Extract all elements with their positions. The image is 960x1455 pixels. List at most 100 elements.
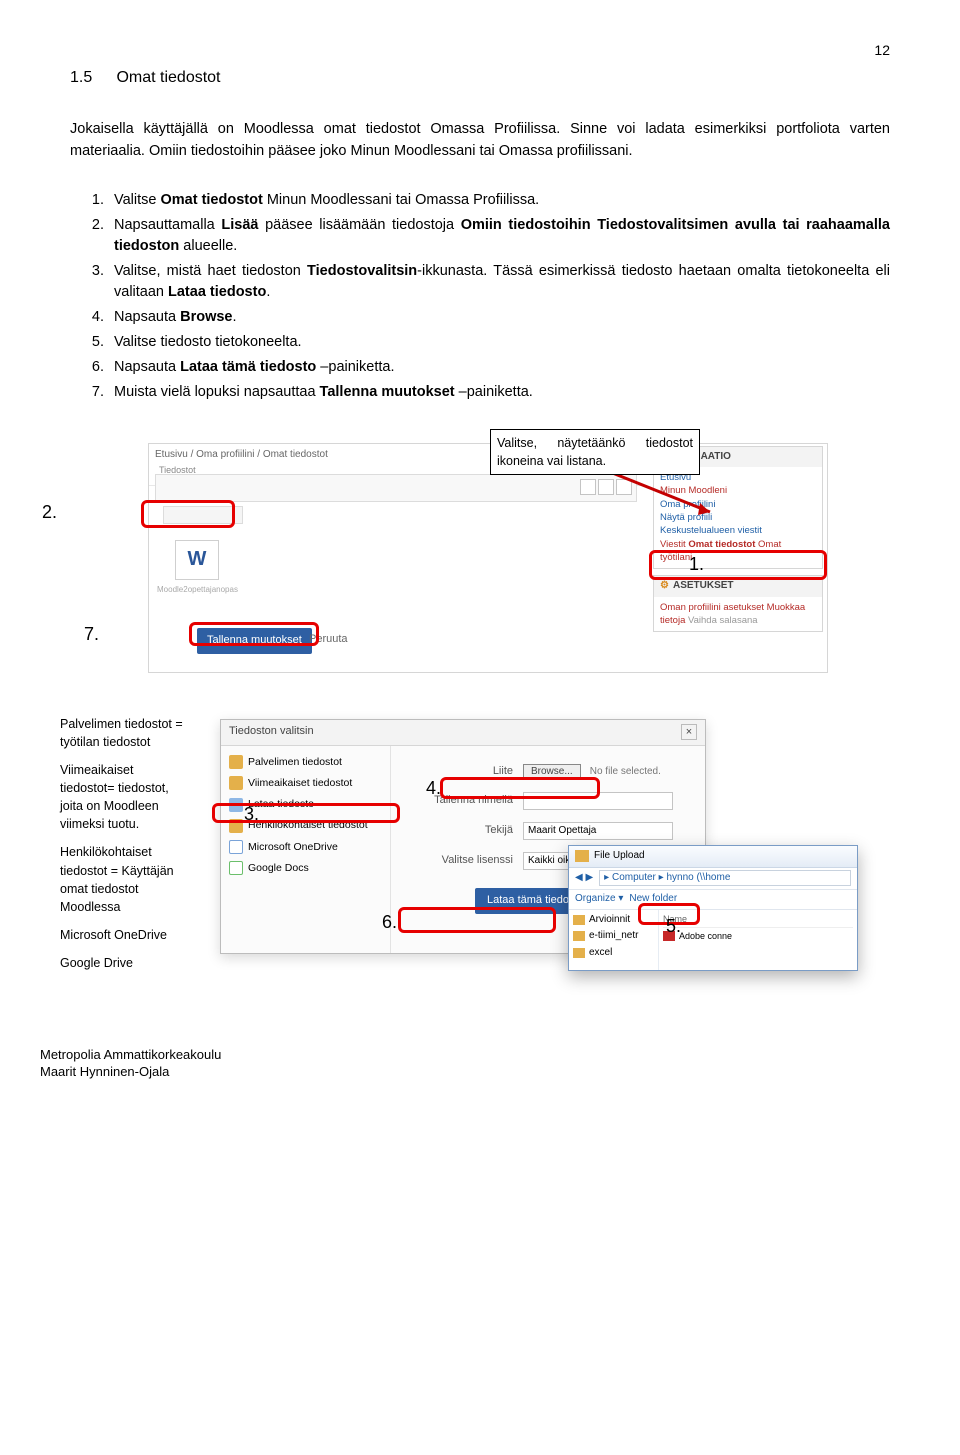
annotation-number-7: 7. [84, 621, 99, 647]
win-folder-excel[interactable]: excel [573, 946, 654, 961]
word-file-label: Moodle2opettajanopas [157, 584, 238, 596]
step1-txt-c: Minun Moodlessani tai Omassa Profiilissa… [263, 192, 539, 208]
repo-server-label: Palvelimen tiedostot [248, 755, 342, 770]
step-5: Valitse tiedosto tietokoneelta. [108, 332, 890, 353]
gear-icon: ⚙ [660, 579, 669, 594]
step1-txt-a: Valitse [114, 192, 160, 208]
step-6: Napsauta Lataa tämä tiedosto –painiketta… [108, 357, 890, 378]
win-toolbar: Organize ▾ New folder [569, 890, 857, 910]
footer-org: Metropolia Ammattikorkeakoulu [40, 1047, 221, 1064]
folder-icon [575, 850, 589, 862]
step-1: Valitse Omat tiedostot Minun Moodlessani… [108, 190, 890, 211]
author-input[interactable] [523, 822, 673, 840]
annotation-box-3 [212, 803, 400, 823]
repo-onedrive-label: Microsoft OneDrive [248, 840, 338, 855]
close-icon[interactable]: × [681, 724, 697, 740]
annotation-box-7 [189, 622, 319, 646]
repo-googledocs-label: Google Docs [248, 861, 309, 876]
legend-viimeaikaiset: Viimeaikaiset tiedostot= tiedostot, joit… [60, 761, 188, 834]
win-folder-b-label: e-tiimi_netr [589, 929, 638, 944]
step3-a: Valitse, mistä haet tiedoston [114, 263, 307, 279]
legend-onedrive: Microsoft OneDrive [60, 926, 188, 944]
settings-vaihda[interactable]: Vaihda salasana [688, 615, 758, 626]
step1-bold: Omat tiedostot [160, 192, 262, 208]
onedrive-icon [229, 840, 243, 854]
step2-a: Napsauttamalla [114, 217, 221, 233]
step7-a: Muista vielä lopuksi napsauttaa [114, 384, 320, 400]
win-folder-c-label: excel [589, 946, 612, 961]
page-number: 12 [70, 40, 890, 60]
annotation-number-3: 3. [244, 801, 259, 827]
annotation-number-5: 5. [666, 913, 681, 939]
annotation-number-2: 2. [42, 499, 57, 525]
picker-header: Tiedoston valitsin × [221, 720, 705, 746]
folder-icon [573, 948, 585, 958]
win-organize-button[interactable]: Organize ▾ [575, 892, 623, 907]
files-toolbar [155, 474, 637, 502]
legend-palvelimen: Palvelimen tiedostot = työtilan tiedosto… [60, 715, 188, 751]
annotation-box-2 [141, 500, 235, 528]
legend-henkilokohtaiset: Henkilökohtaiset tiedostot = Käyttäjän o… [60, 843, 188, 916]
label-tekija: Tekijä [403, 823, 513, 839]
step-4: Napsauta Browse. [108, 307, 890, 328]
settings-oman-profiilin[interactable]: Oman profiilini asetukset [660, 602, 764, 613]
folder-icon [573, 915, 585, 925]
annotation-box-6 [398, 907, 556, 933]
step6-b: Lataa tämä tiedosto [180, 359, 316, 375]
annotation-number-4: 4. [426, 775, 441, 801]
step4-a: Napsauta [114, 309, 180, 325]
win-file-adobe[interactable]: Adobe conne [663, 930, 853, 943]
step4-c: . [233, 309, 237, 325]
step3-d: Lataa tiedosto [168, 284, 266, 300]
breadcrumb[interactable]: Etusivu / Oma profiilini / Omat tiedosto… [155, 448, 328, 463]
step3-b: Tiedostovalitsin [307, 263, 417, 279]
step2-b: Lisää [221, 217, 258, 233]
step-7: Muista vielä lopuksi napsauttaa Tallenna… [108, 382, 890, 403]
steps-list: Valitse Omat tiedostot Minun Moodlessani… [70, 190, 890, 403]
win-folder-a-label: Arvioinnit [589, 913, 630, 928]
filepicker-screenshot: Palvelimen tiedostot = työtilan tiedosto… [70, 715, 890, 975]
moodle-screenshot: Valitse, näytetäänkö tiedostot ikoneina … [70, 443, 890, 673]
step6-c: –painiketta. [316, 359, 394, 375]
callout-view-toggle: Valitse, näytetäänkö tiedostot ikoneina … [490, 429, 700, 475]
repo-onedrive[interactable]: Microsoft OneDrive [225, 837, 386, 858]
label-lisenssi: Valitse lisenssi [403, 853, 513, 869]
annotation-number-1: 1. [689, 551, 704, 577]
step4-b: Browse [180, 309, 232, 325]
section-heading: 1.5 Omat tiedostot [70, 66, 890, 89]
callout-arrow-icon [600, 467, 720, 527]
step6-a: Napsauta [114, 359, 180, 375]
win-file-adobe-label: Adobe conne [679, 930, 732, 943]
win-folder-etiimi[interactable]: e-tiimi_netr [573, 929, 654, 944]
step2-e: alueelle. [179, 238, 237, 254]
win-address-bar[interactable]: ◀ ▶ ▸ Computer ▸ hynno (\\home [569, 868, 857, 890]
folder-icon [229, 776, 243, 790]
step-2: Napsauttamalla Lisää pääsee lisäämään ti… [108, 215, 890, 257]
folder-icon [229, 755, 243, 769]
step7-b: Tallenna muutokset [320, 384, 455, 400]
windows-file-upload-dialog: File Upload ◀ ▶ ▸ Computer ▸ hynno (\\ho… [568, 845, 858, 971]
word-file-icon[interactable] [175, 540, 219, 580]
step7-c: –painiketta. [455, 384, 533, 400]
annotation-number-6: 6. [382, 909, 397, 935]
settings-title: ASETUKSET [673, 579, 734, 594]
legend-googledrive: Google Drive [60, 954, 188, 972]
legend-column: Palvelimen tiedostot = työtilan tiedosto… [60, 715, 188, 983]
win-path[interactable]: ▸ Computer ▸ hynno (\\home [599, 870, 851, 886]
intro-paragraph: Jokaisella käyttäjällä on Moodlessa omat… [70, 119, 890, 161]
step3-e: . [266, 284, 270, 300]
section-number: 1.5 [70, 66, 112, 89]
nav-omat-tiedostot[interactable]: Omat tiedostot [688, 539, 755, 550]
folder-icon [573, 931, 585, 941]
repo-recent-files[interactable]: Viimeaikaiset tiedostot [225, 773, 386, 794]
repo-googledocs[interactable]: Google Docs [225, 858, 386, 879]
repo-server-files[interactable]: Palvelimen tiedostot [225, 752, 386, 773]
page-footer: Metropolia Ammattikorkeakoulu Maarit Hyn… [40, 1047, 221, 1081]
win-title-text: File Upload [594, 849, 645, 864]
view-icons-button[interactable] [580, 479, 596, 495]
nav-viestit[interactable]: Viestit [660, 539, 686, 550]
step2-c: pääsee lisäämään tiedostoja [258, 217, 460, 233]
picker-title: Tiedoston valitsin [229, 724, 314, 740]
picker-repo-list: Palvelimen tiedostot Viimeaikaiset tiedo… [221, 746, 391, 953]
no-file-selected: No file selected. [590, 766, 661, 777]
